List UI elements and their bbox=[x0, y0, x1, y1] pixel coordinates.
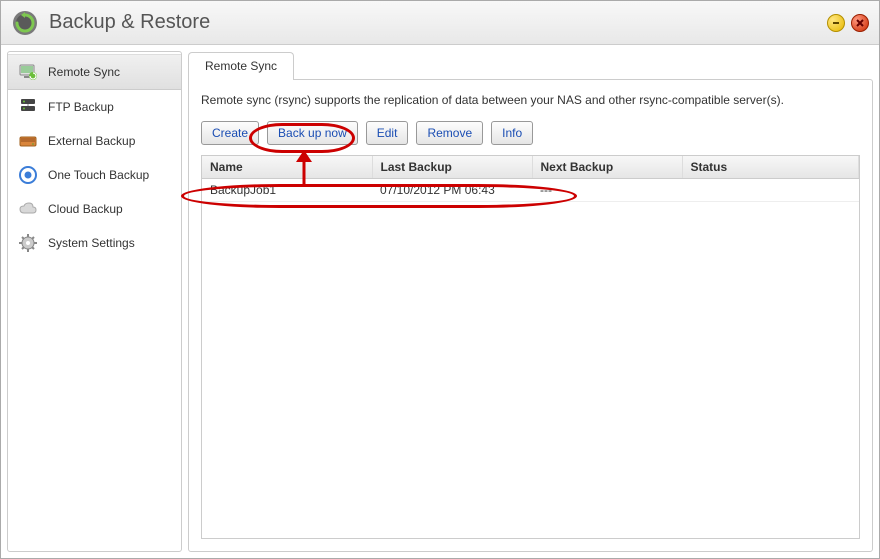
cell-last-backup: 07/10/2012 PM 06:43 bbox=[372, 178, 532, 201]
tabs: Remote Sync bbox=[188, 51, 873, 79]
sidebar-item-label: System Settings bbox=[48, 236, 135, 250]
sidebar-item-label: Cloud Backup bbox=[48, 202, 123, 216]
window: Backup & Restore Remote Sync FTP Bac bbox=[0, 0, 880, 559]
panel-description: Remote sync (rsync) supports the replica… bbox=[201, 92, 860, 109]
minimize-button[interactable] bbox=[827, 14, 845, 32]
col-last-backup[interactable]: Last Backup bbox=[372, 156, 532, 179]
info-button[interactable]: Info bbox=[491, 121, 533, 145]
sidebar-item-one-touch-backup[interactable]: One Touch Backup bbox=[8, 158, 181, 192]
sidebar-item-label: Remote Sync bbox=[48, 65, 120, 79]
app-icon bbox=[11, 9, 39, 37]
sidebar-item-remote-sync[interactable]: Remote Sync bbox=[8, 54, 181, 90]
close-button[interactable] bbox=[851, 14, 869, 32]
backup-now-button[interactable]: Back up now bbox=[267, 121, 358, 145]
toolbar: Create Back up now Edit Remove Info bbox=[201, 121, 860, 145]
col-name[interactable]: Name bbox=[202, 156, 372, 179]
window-controls bbox=[827, 14, 869, 32]
sidebar-item-external-backup[interactable]: External Backup bbox=[8, 124, 181, 158]
sidebar-item-label: FTP Backup bbox=[48, 100, 114, 114]
job-table-container: Name Last Backup Next Backup Status Back… bbox=[201, 155, 860, 539]
col-status[interactable]: Status bbox=[682, 156, 859, 179]
main-panel: Remote sync (rsync) supports the replica… bbox=[188, 79, 873, 552]
sidebar-item-ftp-backup[interactable]: FTP Backup bbox=[8, 90, 181, 124]
remote-sync-icon bbox=[18, 62, 38, 82]
tab-remote-sync[interactable]: Remote Sync bbox=[188, 52, 294, 80]
titlebar: Backup & Restore bbox=[1, 1, 879, 45]
sidebar-item-label: One Touch Backup bbox=[48, 168, 149, 182]
col-next-backup[interactable]: Next Backup bbox=[532, 156, 682, 179]
cell-status bbox=[682, 178, 859, 201]
ftp-backup-icon bbox=[18, 97, 38, 117]
cloud-backup-icon bbox=[18, 199, 38, 219]
cell-name: BackupJob1 bbox=[202, 178, 372, 201]
create-button[interactable]: Create bbox=[201, 121, 259, 145]
sidebar-item-cloud-backup[interactable]: Cloud Backup bbox=[8, 192, 181, 226]
sidebar-item-label: External Backup bbox=[48, 134, 135, 148]
table-row[interactable]: BackupJob1 07/10/2012 PM 06:43 --- bbox=[202, 178, 859, 201]
job-table: Name Last Backup Next Backup Status Back… bbox=[202, 156, 859, 202]
content: Remote Sync FTP Backup External Backup O… bbox=[1, 45, 879, 558]
window-title: Backup & Restore bbox=[49, 11, 827, 34]
sidebar: Remote Sync FTP Backup External Backup O… bbox=[7, 51, 182, 552]
one-touch-backup-icon bbox=[18, 165, 38, 185]
remove-button[interactable]: Remove bbox=[416, 121, 483, 145]
sidebar-item-system-settings[interactable]: System Settings bbox=[8, 226, 181, 260]
edit-button[interactable]: Edit bbox=[366, 121, 409, 145]
gear-icon bbox=[18, 233, 38, 253]
cell-next-backup: --- bbox=[532, 178, 682, 201]
main: Remote Sync Remote sync (rsync) supports… bbox=[188, 51, 873, 552]
external-backup-icon bbox=[18, 131, 38, 151]
